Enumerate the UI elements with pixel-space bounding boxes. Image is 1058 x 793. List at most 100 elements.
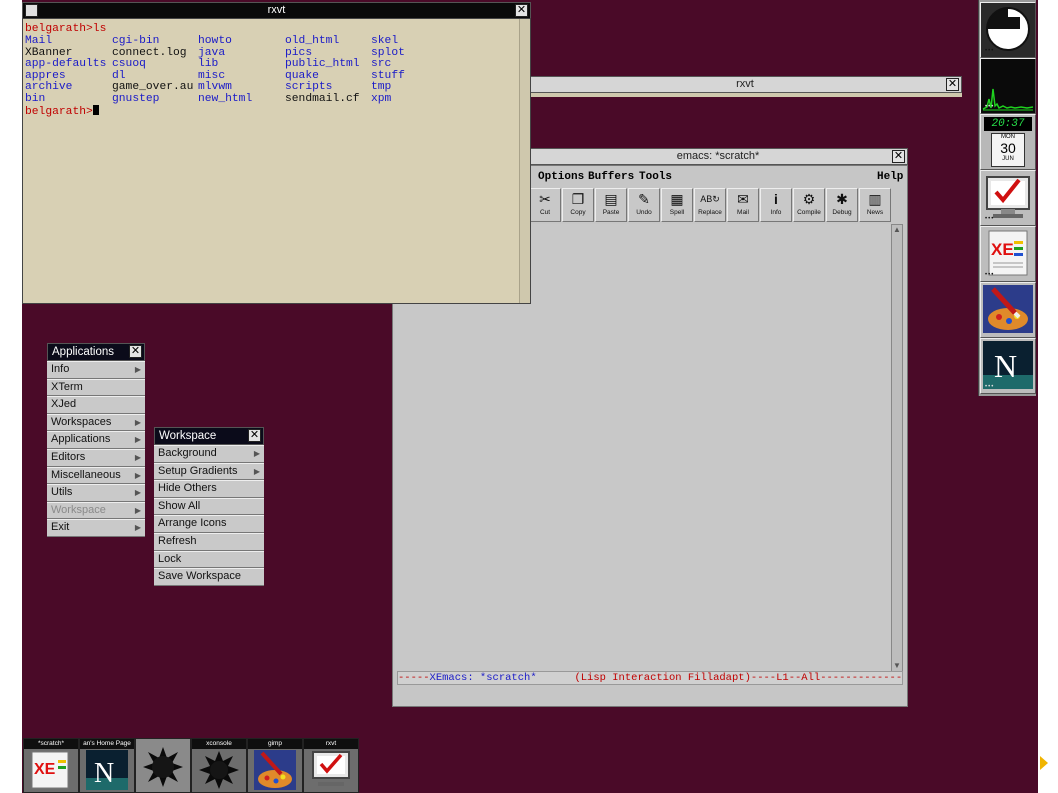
taskbar-item-xconsole[interactable]: xconsole bbox=[191, 738, 247, 793]
terminal-scrollbar[interactable] bbox=[519, 19, 530, 303]
submenu-arrow-icon: ▶ bbox=[134, 505, 141, 515]
mail-button[interactable]: ✉ Mail bbox=[727, 188, 759, 222]
menu-item-background[interactable]: Background ▶ bbox=[154, 445, 264, 463]
menu-item-utils[interactable]: Utils ▶ bbox=[47, 484, 145, 502]
task-check-icon[interactable]: ••• bbox=[980, 170, 1036, 226]
rxvt-background-titlebar[interactable]: rxvt ✕ bbox=[528, 76, 962, 93]
tile-dots: ••• bbox=[985, 216, 995, 222]
paste-button[interactable]: ▤ Paste bbox=[595, 188, 627, 222]
gears-icon: ⚙ bbox=[802, 191, 816, 207]
replace-icon: AB↻ bbox=[700, 194, 720, 204]
spell-button[interactable]: ▦ Spell bbox=[661, 188, 693, 222]
gimp-icon bbox=[250, 750, 300, 790]
corner-arrow-icon bbox=[1040, 756, 1048, 770]
spell-book-icon: ▦ bbox=[670, 191, 684, 207]
undo-button[interactable]: ✎ Undo bbox=[628, 188, 660, 222]
clock-time: 20:37 bbox=[984, 117, 1032, 131]
taskbar-item-gimp[interactable]: gimp bbox=[247, 738, 303, 793]
debug-button[interactable]: ✱ Debug bbox=[826, 188, 858, 222]
cpu-load-monitor-icon[interactable]: ••• bbox=[980, 58, 1036, 114]
svg-text:N: N bbox=[994, 348, 1017, 384]
menu-item-editors[interactable]: Editors ▶ bbox=[47, 448, 145, 467]
netscape-icon: N bbox=[82, 750, 132, 790]
close-icon[interactable]: ✕ bbox=[946, 78, 959, 91]
menu-item-workspace[interactable]: Workspace ▶ bbox=[47, 501, 145, 520]
menu-item-show-all[interactable]: Show All bbox=[154, 497, 264, 516]
svg-text:XE: XE bbox=[34, 761, 56, 778]
gnustep-logo-icon[interactable]: ••• bbox=[980, 2, 1036, 58]
close-icon[interactable]: ✕ bbox=[892, 150, 905, 163]
rxvt-terminal[interactable]: belgarath>ls Mail XBanner app-defaults a… bbox=[22, 18, 531, 304]
menu-buffers[interactable]: Buffers bbox=[588, 171, 634, 183]
menu-item-hide-others[interactable]: Hide Others bbox=[154, 480, 264, 498]
close-icon[interactable]: ✕ bbox=[248, 429, 261, 442]
menu-item-miscellaneous[interactable]: Miscellaneous ▶ bbox=[47, 466, 145, 485]
ls-column-4: old_html pics public_html quake scripts … bbox=[285, 35, 360, 105]
scroll-down-icon[interactable]: ▼ bbox=[892, 661, 902, 671]
bug-icon: ✱ bbox=[836, 191, 848, 207]
eraser-icon: ✎ bbox=[638, 191, 650, 207]
gimp-icon[interactable] bbox=[980, 282, 1036, 338]
taskbar-item-home-page[interactable]: an's Home Page N bbox=[79, 738, 135, 793]
scissors-icon: ✂ bbox=[539, 191, 551, 207]
submenu-arrow-icon: ▶ bbox=[134, 452, 141, 462]
info-icon: i bbox=[774, 191, 778, 207]
copy-icon: ❐ bbox=[571, 191, 585, 207]
emacs-menubar: Options Buffers Tools Help bbox=[536, 168, 906, 186]
emacs-titlebar[interactable]: emacs: *scratch* ✕ bbox=[528, 148, 908, 165]
mail-icon: ✉ bbox=[737, 191, 749, 207]
menu-tools[interactable]: Tools bbox=[639, 171, 672, 183]
menu-item-save-workspace[interactable]: Save Workspace bbox=[154, 568, 264, 586]
news-button[interactable]: ▥ News bbox=[859, 188, 891, 222]
xemacs-icon[interactable]: XE ••• bbox=[980, 226, 1036, 282]
tile-dots: ••• bbox=[985, 104, 995, 110]
applications-menu: Applications ✕ Info ▶ XTerm XJed Workspac… bbox=[47, 343, 145, 537]
menu-options[interactable]: Options bbox=[538, 171, 584, 183]
applications-menu-title[interactable]: Applications ✕ bbox=[47, 343, 145, 361]
rxvt-title: rxvt bbox=[267, 4, 286, 16]
close-icon[interactable]: ✕ bbox=[515, 4, 528, 17]
menu-item-refresh[interactable]: Refresh bbox=[154, 532, 264, 551]
taskbar-item-untitled[interactable] bbox=[135, 738, 191, 793]
menu-item-info[interactable]: Info ▶ bbox=[47, 361, 145, 379]
menu-item-workspaces[interactable]: Workspaces ▶ bbox=[47, 413, 145, 432]
clipboard-icon: ▤ bbox=[604, 191, 618, 207]
menu-item-arrange-icons[interactable]: Arrange Icons bbox=[154, 515, 264, 533]
newspaper-icon: ▥ bbox=[868, 191, 882, 207]
svg-text:N: N bbox=[94, 758, 114, 789]
scroll-up-icon[interactable]: ▲ bbox=[892, 225, 902, 235]
tile-dots: ••• bbox=[985, 384, 995, 390]
rxvt-titlebar[interactable]: rxvt ✕ bbox=[22, 2, 531, 19]
info-button[interactable]: i Info bbox=[760, 188, 792, 222]
taskbar-item-scratch[interactable]: *scratch* XE bbox=[23, 738, 79, 793]
menu-item-applications[interactable]: Applications ▶ bbox=[47, 431, 145, 449]
workspace-menu-title[interactable]: Workspace ✕ bbox=[154, 427, 264, 445]
netscape-icon[interactable]: N ••• bbox=[980, 338, 1036, 394]
menu-help[interactable]: Help bbox=[877, 171, 903, 183]
rxvt-background-body[interactable] bbox=[530, 93, 962, 97]
emacs-scrollbar[interactable]: ▲ ▼ bbox=[891, 224, 903, 672]
workspace-menu: Workspace ✕ Background ▶ Setup Gradients ▶… bbox=[154, 427, 264, 586]
bomb-icon bbox=[138, 743, 188, 791]
menu-item-xjed[interactable]: XJed bbox=[47, 396, 145, 414]
menu-item-lock[interactable]: Lock bbox=[154, 550, 264, 569]
compile-button[interactable]: ⚙ Compile bbox=[793, 188, 825, 222]
menu-item-xterm[interactable]: XTerm bbox=[47, 378, 145, 397]
submenu-arrow-icon: ▶ bbox=[134, 523, 141, 533]
copy-button[interactable]: ❐ Copy bbox=[562, 188, 594, 222]
submenu-arrow-icon: ▶ bbox=[134, 470, 141, 480]
menu-item-exit[interactable]: Exit ▶ bbox=[47, 519, 145, 537]
submenu-arrow-icon: ▶ bbox=[134, 365, 141, 374]
window-menu-icon[interactable] bbox=[25, 4, 38, 17]
calendar-page: MON 30 JUN bbox=[991, 133, 1025, 167]
taskbar-item-rxvt[interactable]: rxvt bbox=[303, 738, 359, 793]
menu-item-setup-gradients[interactable]: Setup Gradients ▶ bbox=[154, 462, 264, 481]
current-prompt: belgarath> bbox=[25, 105, 99, 119]
cut-button[interactable]: ✂ Cut bbox=[529, 188, 561, 222]
bomb-icon bbox=[194, 750, 244, 790]
replace-button[interactable]: AB↻ Replace bbox=[694, 188, 726, 222]
tile-dots: ••• bbox=[985, 48, 995, 54]
ls-column-5: skel splot src stuff tmp xpm bbox=[371, 35, 405, 105]
close-icon[interactable]: ✕ bbox=[129, 345, 142, 358]
clock-icon[interactable]: 20:37 MON 30 JUN bbox=[980, 114, 1036, 170]
